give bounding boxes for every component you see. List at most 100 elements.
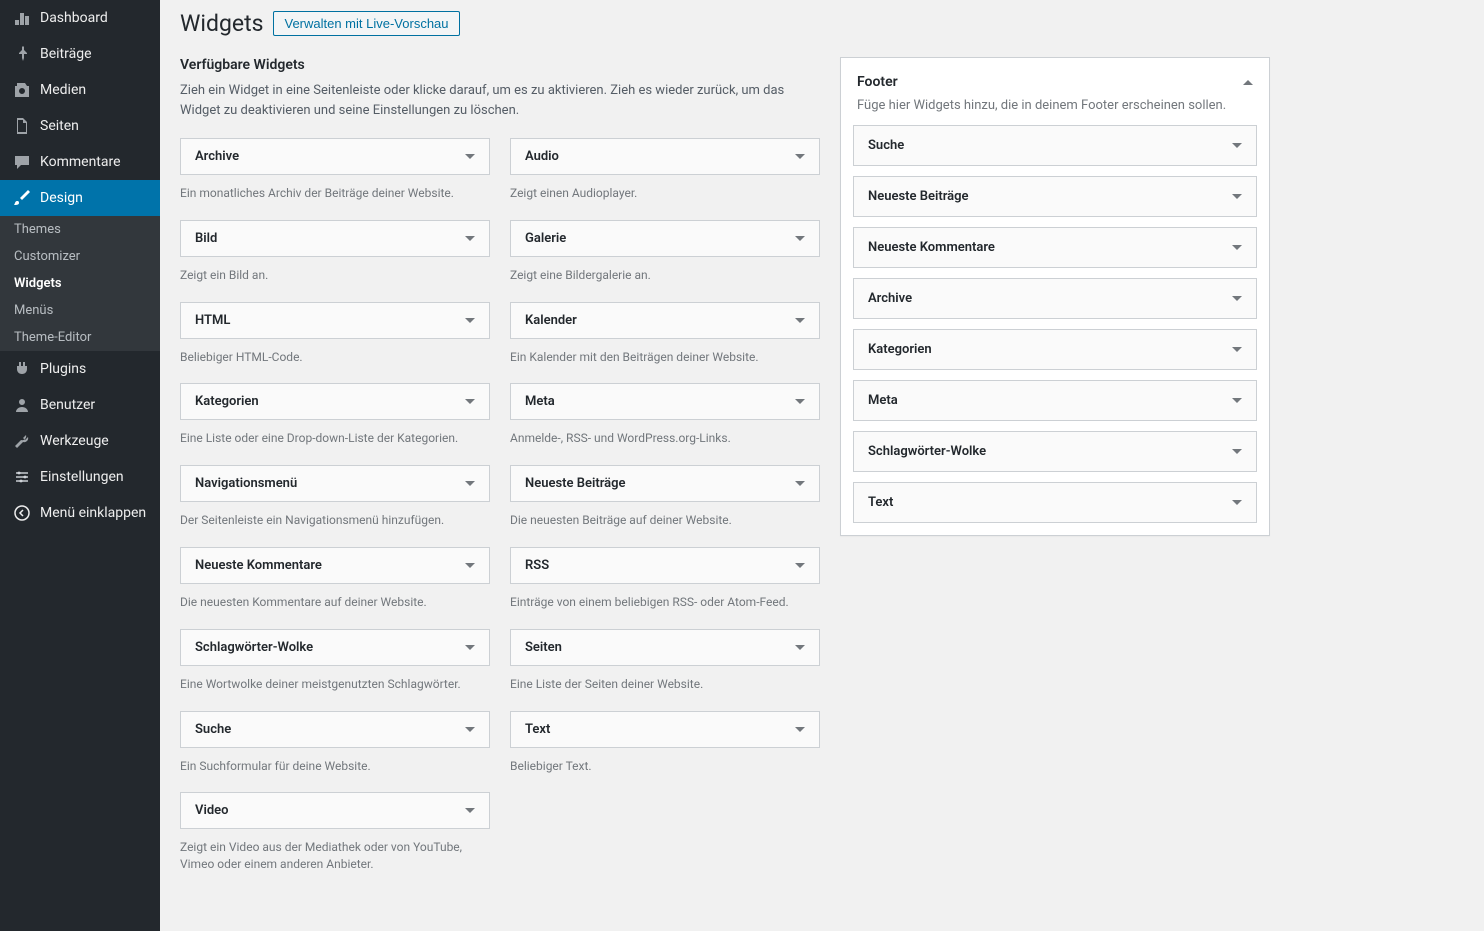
available-widget-title: Galerie (525, 231, 566, 246)
admin-sidebar: DashboardBeiträgeMedien Seiten Kommentare D… (0, 0, 160, 931)
available-widget-title: Suche (195, 722, 231, 737)
available-widget: NavigationsmenüDer Seitenleiste ein Navi… (180, 465, 490, 529)
available-widget-desc: Die neuesten Kommentare auf deiner Websi… (180, 594, 490, 611)
chevron-down-icon (465, 563, 475, 568)
area-widget-item[interactable]: Neueste Kommentare (853, 227, 1257, 268)
sidebar-item-benutzer[interactable]: Benutzer (0, 387, 160, 423)
available-widget-handle[interactable]: Bild (180, 220, 490, 257)
available-widget-desc: Eine Liste oder eine Drop-down-Liste der… (180, 430, 490, 447)
sidebar-item-menü-einklappen[interactable]: Menü einklappen (0, 495, 160, 531)
manage-live-preview-button[interactable]: Verwalten mit Live-Vorschau (273, 11, 459, 36)
sidebar-item-werkzeuge[interactable]: Werkzeuge (0, 423, 160, 459)
sidebar-subitem-customizer[interactable]: Customizer (0, 243, 160, 270)
chevron-down-icon (795, 563, 805, 568)
area-widget-item[interactable]: Text (853, 482, 1257, 523)
available-widget: GalerieZeigt eine Bildergalerie an. (510, 220, 820, 284)
sidebar-subitem-menüs[interactable]: Menüs (0, 297, 160, 324)
area-widget-item[interactable]: Suche (853, 125, 1257, 166)
chevron-down-icon (795, 481, 805, 486)
sidebar-item-beiträge[interactable]: Beiträge (0, 36, 160, 72)
chevron-down-icon (465, 645, 475, 650)
available-widget-desc: Beliebiger Text. (510, 758, 820, 775)
chevron-down-icon (465, 727, 475, 732)
widget-area-header[interactable]: Footer (853, 70, 1257, 98)
available-widget-handle[interactable]: Schlagwörter-Wolke (180, 629, 490, 666)
sidebar-item-design[interactable]: Design (0, 180, 160, 216)
chevron-down-icon (1232, 143, 1242, 148)
sidebar-item-label: Kommentare (40, 154, 121, 170)
area-widget-item[interactable]: Schlagwörter-Wolke (853, 431, 1257, 472)
available-widget-title: Seiten (525, 640, 562, 655)
media-icon (12, 80, 32, 100)
available-widget-handle[interactable]: Seiten (510, 629, 820, 666)
sidebar-item-medien[interactable]: Medien (0, 72, 160, 108)
chevron-down-icon (465, 154, 475, 159)
available-widget: Text Beliebiger Text. (510, 711, 820, 775)
widget-area-title: Footer (857, 74, 898, 90)
available-widget-handle[interactable]: RSS (510, 547, 820, 584)
chevron-down-icon (795, 727, 805, 732)
sidebar-item-label: Seiten (40, 118, 79, 134)
available-widget-title: Video (195, 803, 229, 818)
available-widget-handle[interactable]: Kategorien (180, 383, 490, 420)
available-widget: BildZeigt ein Bild an. (180, 220, 490, 284)
pin-icon (12, 44, 32, 64)
available-widget-desc: Zeigt einen Audioplayer. (510, 185, 820, 202)
sidebar-item-dashboard[interactable]: Dashboard (0, 0, 160, 36)
chevron-down-icon (1232, 398, 1242, 403)
available-widget-handle[interactable]: Navigationsmenü (180, 465, 490, 502)
area-widget-title: Text (868, 495, 893, 510)
sidebar-item-label: Menü einklappen (40, 505, 146, 521)
available-widget-handle[interactable]: Neueste Beiträge (510, 465, 820, 502)
area-widget-item[interactable]: Neueste Beiträge (853, 176, 1257, 217)
available-widget-desc: Ein Suchformular für deine Website. (180, 758, 490, 775)
available-widget: Neueste Kommentare Die neuesten Kommentar… (180, 547, 490, 611)
chevron-down-icon (1232, 347, 1242, 352)
available-widget-desc: Die neuesten Beiträge auf deiner Website… (510, 512, 820, 529)
available-widget-handle[interactable]: Suche (180, 711, 490, 748)
available-widget-title: Kategorien (195, 394, 259, 409)
available-widget-handle[interactable]: Audio (510, 138, 820, 175)
sidebar-subitem-theme-editor[interactable]: Theme-Editor (0, 324, 160, 351)
available-widgets-title: Verfügbare Widgets (180, 57, 820, 73)
chevron-down-icon (795, 236, 805, 241)
sidebar-item-plugins[interactable]: Plugins (0, 351, 160, 387)
sidebar-item-einstellungen[interactable]: Einstellungen (0, 459, 160, 495)
available-widget-handle[interactable]: Galerie (510, 220, 820, 257)
chevron-up-icon (1243, 80, 1253, 85)
available-widget-handle[interactable]: Text (510, 711, 820, 748)
area-widget-item[interactable]: Kategorien (853, 329, 1257, 370)
sidebar-submenu: ThemesCustomizerWidgetsMenüsTheme-Editor (0, 216, 160, 351)
area-widget-title: Neueste Kommentare (868, 240, 995, 255)
available-widget: Kategorien Eine Liste oder eine Drop-down… (180, 383, 490, 447)
sidebar-subitem-widgets[interactable]: Widgets (0, 270, 160, 297)
available-widget: Audio Zeigt einen Audioplayer. (510, 138, 820, 202)
available-widget-handle[interactable]: Archive (180, 138, 490, 175)
chevron-down-icon (1232, 296, 1242, 301)
available-widgets-desc: Zieh ein Widget in eine Seitenleiste ode… (180, 81, 820, 120)
available-widget: KalenderEin Kalender mit den Beiträgen d… (510, 302, 820, 366)
sidebar-item-kommentare[interactable]: Kommentare (0, 144, 160, 180)
available-widget-handle[interactable]: Neueste Kommentare (180, 547, 490, 584)
available-widget-desc: Eine Wortwolke deiner meistgenutzten Sch… (180, 676, 490, 693)
available-widget-handle[interactable]: Video (180, 792, 490, 829)
available-widget-title: Text (525, 722, 550, 737)
page-title: Widgets (180, 10, 263, 37)
widget-area-footer: Footer Füge hier Widgets hinzu, die in d… (840, 57, 1270, 536)
available-widget-handle[interactable]: Kalender (510, 302, 820, 339)
chevron-down-icon (795, 645, 805, 650)
area-widget-item[interactable]: Archive (853, 278, 1257, 319)
chevron-down-icon (465, 808, 475, 813)
available-widget-handle[interactable]: Meta (510, 383, 820, 420)
chevron-down-icon (465, 236, 475, 241)
available-widget-desc: Ein monatliches Archiv der Beiträge dein… (180, 185, 490, 202)
available-widget-desc: Anmelde-, RSS- und WordPress.org-Links. (510, 430, 820, 447)
area-widget-item[interactable]: Meta (853, 380, 1257, 421)
chevron-down-icon (795, 318, 805, 323)
available-widget-handle[interactable]: HTML (180, 302, 490, 339)
sidebar-subitem-themes[interactable]: Themes (0, 216, 160, 243)
sidebar-item-seiten[interactable]: Seiten (0, 108, 160, 144)
available-widget-title: Neueste Kommentare (195, 558, 322, 573)
available-widget-desc: Beliebiger HTML-Code. (180, 349, 490, 366)
available-widget-title: Archive (195, 149, 239, 164)
